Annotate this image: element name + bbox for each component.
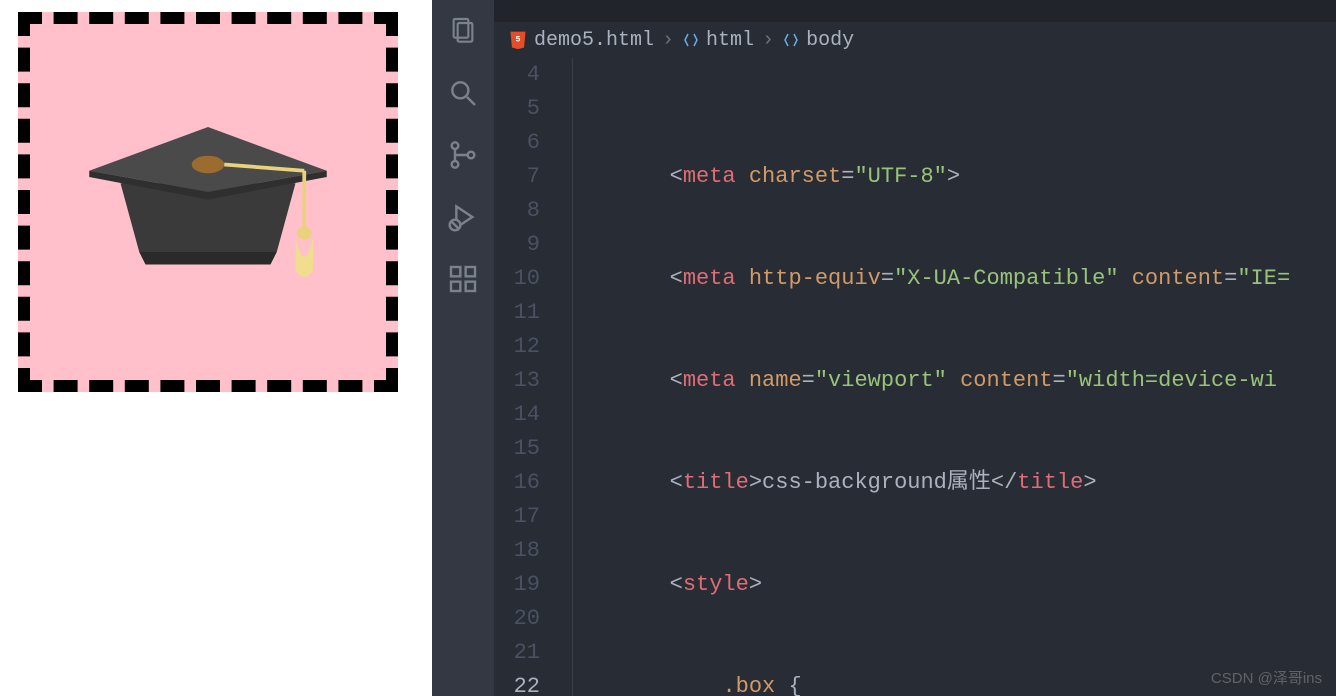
breadcrumbs[interactable]: 5 demo5.html › html › body (494, 22, 1336, 58)
line-number: 9 (494, 228, 540, 262)
breadcrumb-separator: › (762, 29, 774, 52)
code-line[interactable]: <meta name="viewport" content="width=dev… (564, 364, 1336, 398)
code-line[interactable]: <meta charset="UTF-8"> (564, 160, 1336, 194)
extensions-icon[interactable] (432, 248, 494, 310)
code-line[interactable]: <style> (564, 568, 1336, 602)
line-number: 10 (494, 262, 540, 296)
line-number: 7 (494, 160, 540, 194)
brackets-icon (782, 31, 800, 49)
line-number: 11 (494, 296, 540, 330)
breadcrumb-file: demo5.html (534, 29, 654, 52)
html-file-icon: 5 (508, 30, 528, 50)
line-number: 20 (494, 602, 540, 636)
explorer-icon[interactable] (432, 0, 494, 62)
line-number: 19 (494, 568, 540, 602)
brackets-icon (682, 31, 700, 49)
code-area[interactable]: 45678910111213141516171819202122 <meta c… (494, 58, 1336, 696)
line-number: 14 (494, 398, 540, 432)
line-number: 21 (494, 636, 540, 670)
line-number-gutter: 45678910111213141516171819202122 (494, 58, 564, 696)
activity-bar (432, 0, 494, 696)
debug-icon[interactable] (432, 186, 494, 248)
line-number: 6 (494, 126, 540, 160)
editor-pane: 5 demo5.html › html › body 4567891011121… (432, 0, 1336, 696)
line-number: 16 (494, 466, 540, 500)
graduation-cap-icon (83, 102, 333, 302)
line-number: 4 (494, 58, 540, 92)
tab-bar[interactable] (494, 0, 1336, 22)
source-control-icon[interactable] (432, 124, 494, 186)
line-number: 8 (494, 194, 540, 228)
code-line[interactable]: .box { (564, 670, 1336, 696)
svg-text:5: 5 (516, 35, 521, 45)
search-icon[interactable] (432, 62, 494, 124)
editor-main: 5 demo5.html › html › body 4567891011121… (494, 0, 1336, 696)
line-number: 12 (494, 330, 540, 364)
code-line[interactable]: <title>css-background属性</title> (564, 466, 1336, 500)
line-number: 15 (494, 432, 540, 466)
line-number: 17 (494, 500, 540, 534)
breadcrumb-html: html (706, 29, 754, 52)
line-number: 13 (494, 364, 540, 398)
preview-pane (0, 0, 432, 696)
code-line[interactable]: <meta http-equiv="X-UA-Compatible" conte… (564, 262, 1336, 296)
rendered-box (18, 12, 398, 392)
line-number: 22 (494, 670, 540, 696)
line-number: 5 (494, 92, 540, 126)
code-lines[interactable]: <meta charset="UTF-8"> <meta http-equiv=… (564, 58, 1336, 696)
breadcrumb-separator: › (662, 29, 674, 52)
breadcrumb-body: body (806, 29, 854, 52)
line-number: 18 (494, 534, 540, 568)
